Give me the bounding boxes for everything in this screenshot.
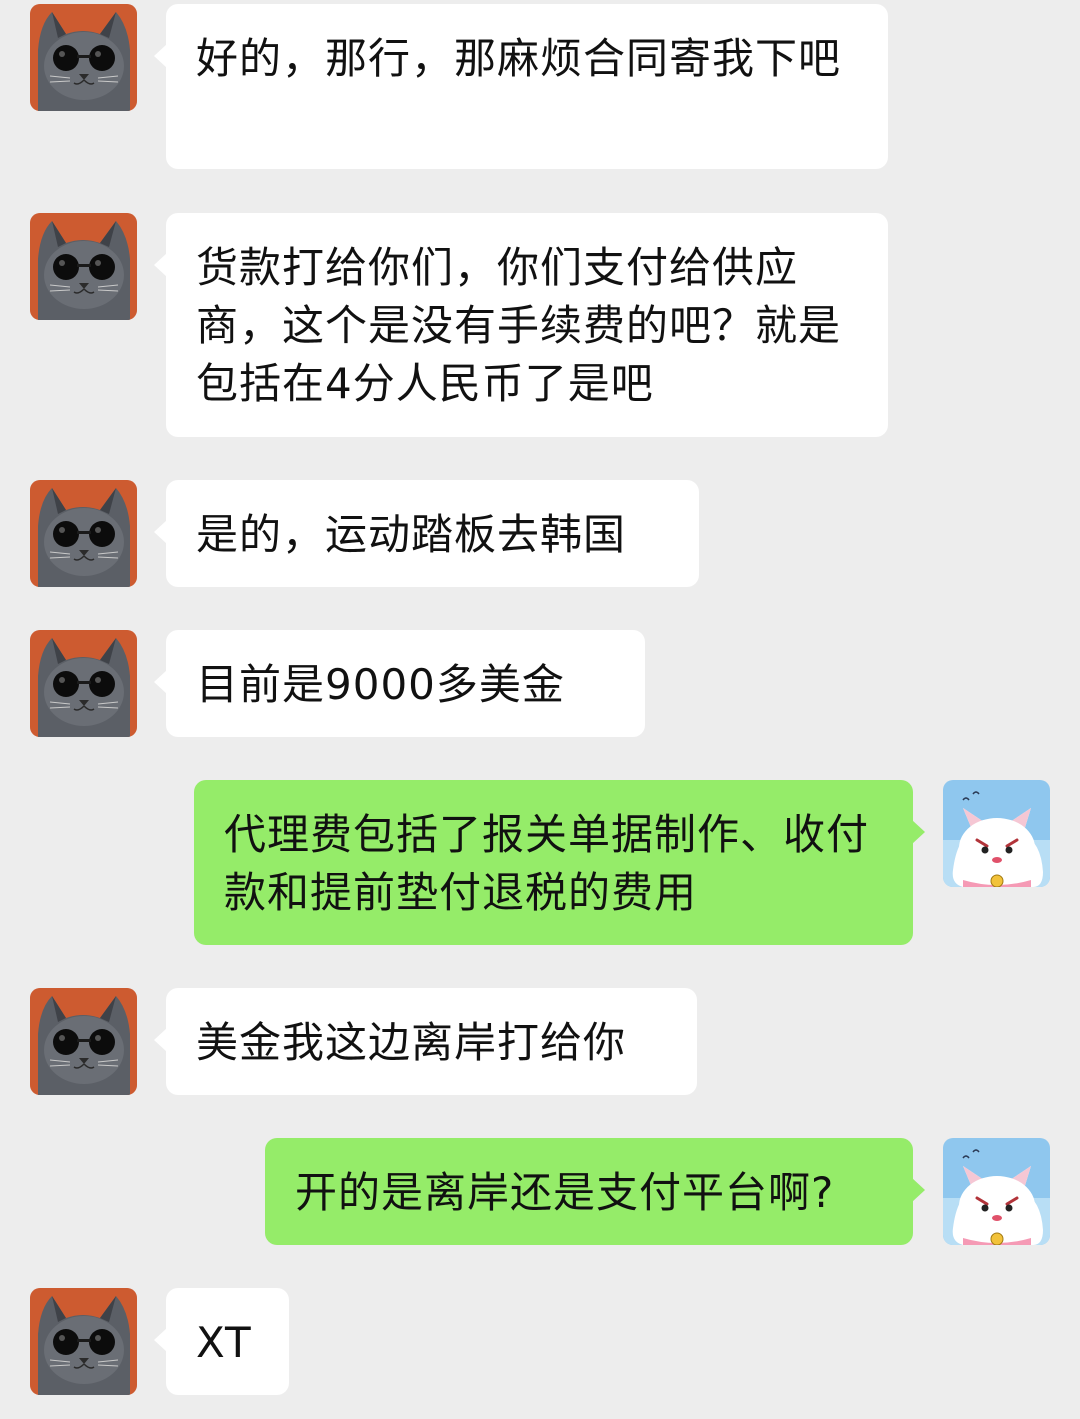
message-bubble-outgoing[interactable]: 开的是离岸还是支付平台啊?: [265, 1138, 925, 1245]
cat-with-sunglasses-avatar-icon: [30, 480, 137, 587]
contact-avatar[interactable]: [30, 4, 137, 111]
self-avatar[interactable]: [943, 780, 1050, 887]
message-text: 开的是离岸还是支付平台啊?: [295, 1168, 835, 1217]
contact-avatar[interactable]: [30, 630, 137, 737]
cat-with-sunglasses-avatar-icon: [30, 988, 137, 1095]
cat-with-sunglasses-avatar-icon: [30, 630, 137, 737]
contact-avatar[interactable]: [30, 988, 137, 1095]
message-bubble-incoming[interactable]: 美金我这边离岸打给你: [154, 988, 697, 1095]
message-text: 代理费包括了报关单据制作、收付款和提前垫付退税的费用: [224, 810, 870, 917]
cat-with-sunglasses-avatar-icon: [30, 213, 137, 320]
message-text: 好的，那行，那麻烦合同寄我下吧: [196, 34, 842, 83]
cartoon-cat-avatar-icon: [943, 780, 1050, 887]
message-text: 是的，运动踏板去韩国: [196, 510, 627, 559]
contact-avatar[interactable]: [30, 480, 137, 587]
cat-with-sunglasses-avatar-icon: [30, 1288, 137, 1395]
message-text: XT: [196, 1318, 252, 1367]
message-text: 美金我这边离岸打给你: [196, 1018, 627, 1067]
message-text: 目前是9000多美金: [196, 660, 565, 709]
message-text: 货款打给你们，你们支付给供应商，这个是没有手续费的吧？就是包括在4分人民币了是吧: [196, 243, 842, 408]
message-bubble-incoming[interactable]: 是的，运动踏板去韩国: [154, 480, 699, 587]
self-avatar[interactable]: [943, 1138, 1050, 1245]
message-bubble-incoming[interactable]: 好的，那行，那麻烦合同寄我下吧: [154, 4, 888, 169]
cat-with-sunglasses-avatar-icon: [30, 4, 137, 111]
message-bubble-incoming[interactable]: 货款打给你们，你们支付给供应商，这个是没有手续费的吧？就是包括在4分人民币了是吧: [154, 213, 888, 437]
message-bubble-incoming[interactable]: 目前是9000多美金: [154, 630, 645, 737]
contact-avatar[interactable]: [30, 1288, 137, 1395]
message-bubble-incoming[interactable]: XT: [154, 1288, 289, 1395]
cartoon-cat-avatar-icon: [943, 1138, 1050, 1245]
contact-avatar[interactable]: [30, 213, 137, 320]
message-bubble-outgoing[interactable]: 代理费包括了报关单据制作、收付款和提前垫付退税的费用: [194, 780, 925, 945]
